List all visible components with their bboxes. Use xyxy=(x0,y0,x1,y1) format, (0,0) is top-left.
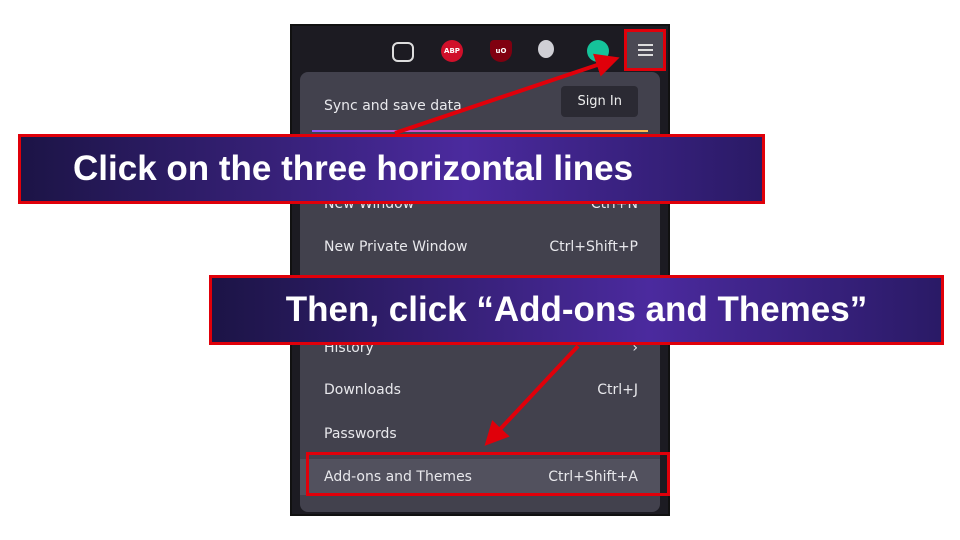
pocket-icon[interactable] xyxy=(392,42,414,62)
ublock-origin-icon[interactable]: uO xyxy=(490,40,512,62)
step1-banner: Click on the three horizontal lines xyxy=(18,134,765,204)
shortcut: Ctrl+J xyxy=(597,382,638,398)
menu-item-new-private-window[interactable]: New Private Window Ctrl+Shift+P xyxy=(300,229,660,265)
sync-label: Sync and save data xyxy=(324,98,462,114)
menu-item-downloads[interactable]: Downloads Ctrl+J xyxy=(300,372,660,408)
sync-divider xyxy=(312,130,648,132)
shortcut: Ctrl+Shift+P xyxy=(549,239,638,255)
label: Passwords xyxy=(324,426,397,442)
label: Downloads xyxy=(324,382,401,398)
abp-text: ABP xyxy=(444,47,460,55)
label: New Private Window xyxy=(324,239,468,255)
hamburger-menu-icon[interactable] xyxy=(624,29,666,71)
addons-highlight-box xyxy=(306,452,670,496)
ub-text: uO xyxy=(495,47,507,55)
step2-banner: Then, click “Add-ons and Themes” xyxy=(209,275,944,345)
sign-in-button[interactable]: Sign In xyxy=(561,86,638,117)
extension-icon[interactable] xyxy=(538,40,554,58)
menu-item-passwords[interactable]: Passwords xyxy=(300,416,660,452)
grammarly-icon[interactable] xyxy=(587,40,609,62)
browser-window: ABP uO Sync and save data Sign In New Wi… xyxy=(290,24,670,516)
adblock-plus-icon[interactable]: ABP xyxy=(441,40,463,62)
